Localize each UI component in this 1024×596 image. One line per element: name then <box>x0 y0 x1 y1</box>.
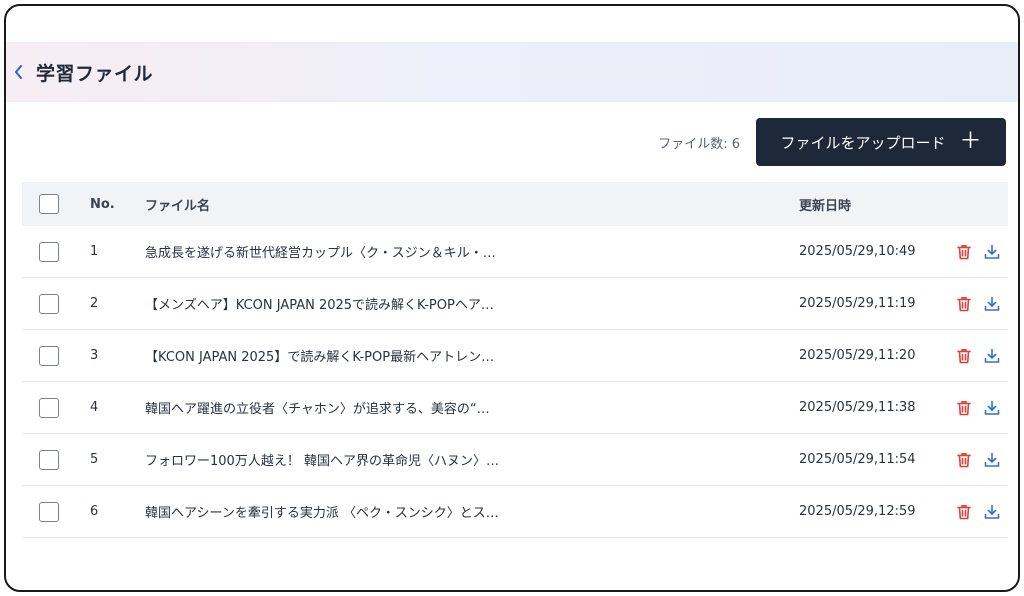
table-row[interactable]: 3 【KCON JAPAN 2025】で読み解くK-POP最新ヘアトレン… 20… <box>22 330 1008 382</box>
row-number: 5 <box>90 452 99 467</box>
row-checkbox[interactable] <box>39 501 59 522</box>
upload-file-button[interactable]: ファイルをアップロード ＋ <box>756 118 1006 166</box>
row-number: 6 <box>90 504 99 519</box>
file-count: ファイル数: 6 <box>658 136 740 152</box>
row-checkbox[interactable] <box>39 241 59 262</box>
updated-datetime: 2025/05/29,11:38 <box>799 400 916 415</box>
page-header: 学習ファイル <box>6 42 1018 102</box>
download-icon[interactable] <box>983 347 1001 365</box>
updated-datetime: 2025/05/29,11:20 <box>799 348 916 363</box>
row-checkbox[interactable] <box>39 397 59 418</box>
table-header: No. ファイル名 更新日時 <box>22 182 1008 226</box>
table-row[interactable]: 1 急成長を遂げる新世代経営カップル〈ク・スジン＆キル・… 2025/05/29… <box>22 226 1008 278</box>
download-icon[interactable] <box>983 503 1001 521</box>
toolbar: ファイル数: 6 ファイルをアップロード ＋ <box>658 118 1006 166</box>
download-icon[interactable] <box>983 399 1001 417</box>
trash-icon[interactable] <box>955 399 973 417</box>
file-table: No. ファイル名 更新日時 1 急成長を遂げる新世代経営カップル〈ク・スジン＆… <box>22 182 1008 538</box>
updated-datetime: 2025/05/29,11:19 <box>799 296 916 311</box>
column-header-updated: 更新日時 <box>799 198 852 214</box>
trash-icon[interactable] <box>955 347 973 365</box>
file-name[interactable]: 韓国ヘアシーンを牽引する実力派 〈ペク・スンシク〉とス… <box>145 502 799 521</box>
table-row[interactable]: 4 韓国ヘア躍進の立役者〈チャホン〉が追求する、美容の“… 2025/05/29… <box>22 382 1008 434</box>
row-number: 1 <box>90 244 99 259</box>
download-icon[interactable] <box>983 451 1001 469</box>
select-all-checkbox[interactable] <box>39 194 59 214</box>
trash-icon[interactable] <box>955 503 973 521</box>
file-name[interactable]: 急成長を遂げる新世代経営カップル〈ク・スジン＆キル・… <box>145 242 799 261</box>
trash-icon[interactable] <box>955 243 973 261</box>
upload-button-label: ファイルをアップロード <box>780 133 946 152</box>
column-header-no: No. <box>90 196 115 212</box>
row-checkbox[interactable] <box>39 449 59 470</box>
row-number: 4 <box>90 400 99 415</box>
file-name[interactable]: 【KCON JAPAN 2025】で読み解くK-POP最新ヘアトレン… <box>145 346 799 365</box>
download-icon[interactable] <box>983 295 1001 313</box>
row-checkbox[interactable] <box>39 293 59 314</box>
download-icon[interactable] <box>983 243 1001 261</box>
file-name[interactable]: 韓国ヘア躍進の立役者〈チャホン〉が追求する、美容の“… <box>145 398 799 417</box>
updated-datetime: 2025/05/29,12:59 <box>799 504 916 519</box>
trash-icon[interactable] <box>955 451 973 469</box>
column-header-filename: ファイル名 <box>145 198 211 214</box>
row-number: 2 <box>90 296 99 311</box>
page-title: 学習ファイル <box>36 62 154 85</box>
app-window: 学習ファイル ファイル数: 6 ファイルをアップロード ＋ No. ファイル名 … <box>4 4 1020 592</box>
chevron-left-icon[interactable] <box>8 61 30 83</box>
updated-datetime: 2025/05/29,11:54 <box>799 452 916 467</box>
row-checkbox[interactable] <box>39 345 59 366</box>
row-number: 3 <box>90 348 99 363</box>
trash-icon[interactable] <box>955 295 973 313</box>
table-row[interactable]: 6 韓国ヘアシーンを牽引する実力派 〈ペク・スンシク〉とス… 2025/05/2… <box>22 486 1008 538</box>
table-row[interactable]: 2 【メンズヘア】KCON JAPAN 2025で読み解くK-POPヘア… 20… <box>22 278 1008 330</box>
plus-icon: ＋ <box>959 129 982 154</box>
updated-datetime: 2025/05/29,10:49 <box>799 244 916 259</box>
file-name[interactable]: フォロワー100万人越え！ 韓国ヘア界の革命児〈ハヌン〉… <box>145 450 799 469</box>
table-row[interactable]: 5 フォロワー100万人越え！ 韓国ヘア界の革命児〈ハヌン〉… 2025/05/… <box>22 434 1008 486</box>
file-name[interactable]: 【メンズヘア】KCON JAPAN 2025で読み解くK-POPヘア… <box>145 294 799 313</box>
